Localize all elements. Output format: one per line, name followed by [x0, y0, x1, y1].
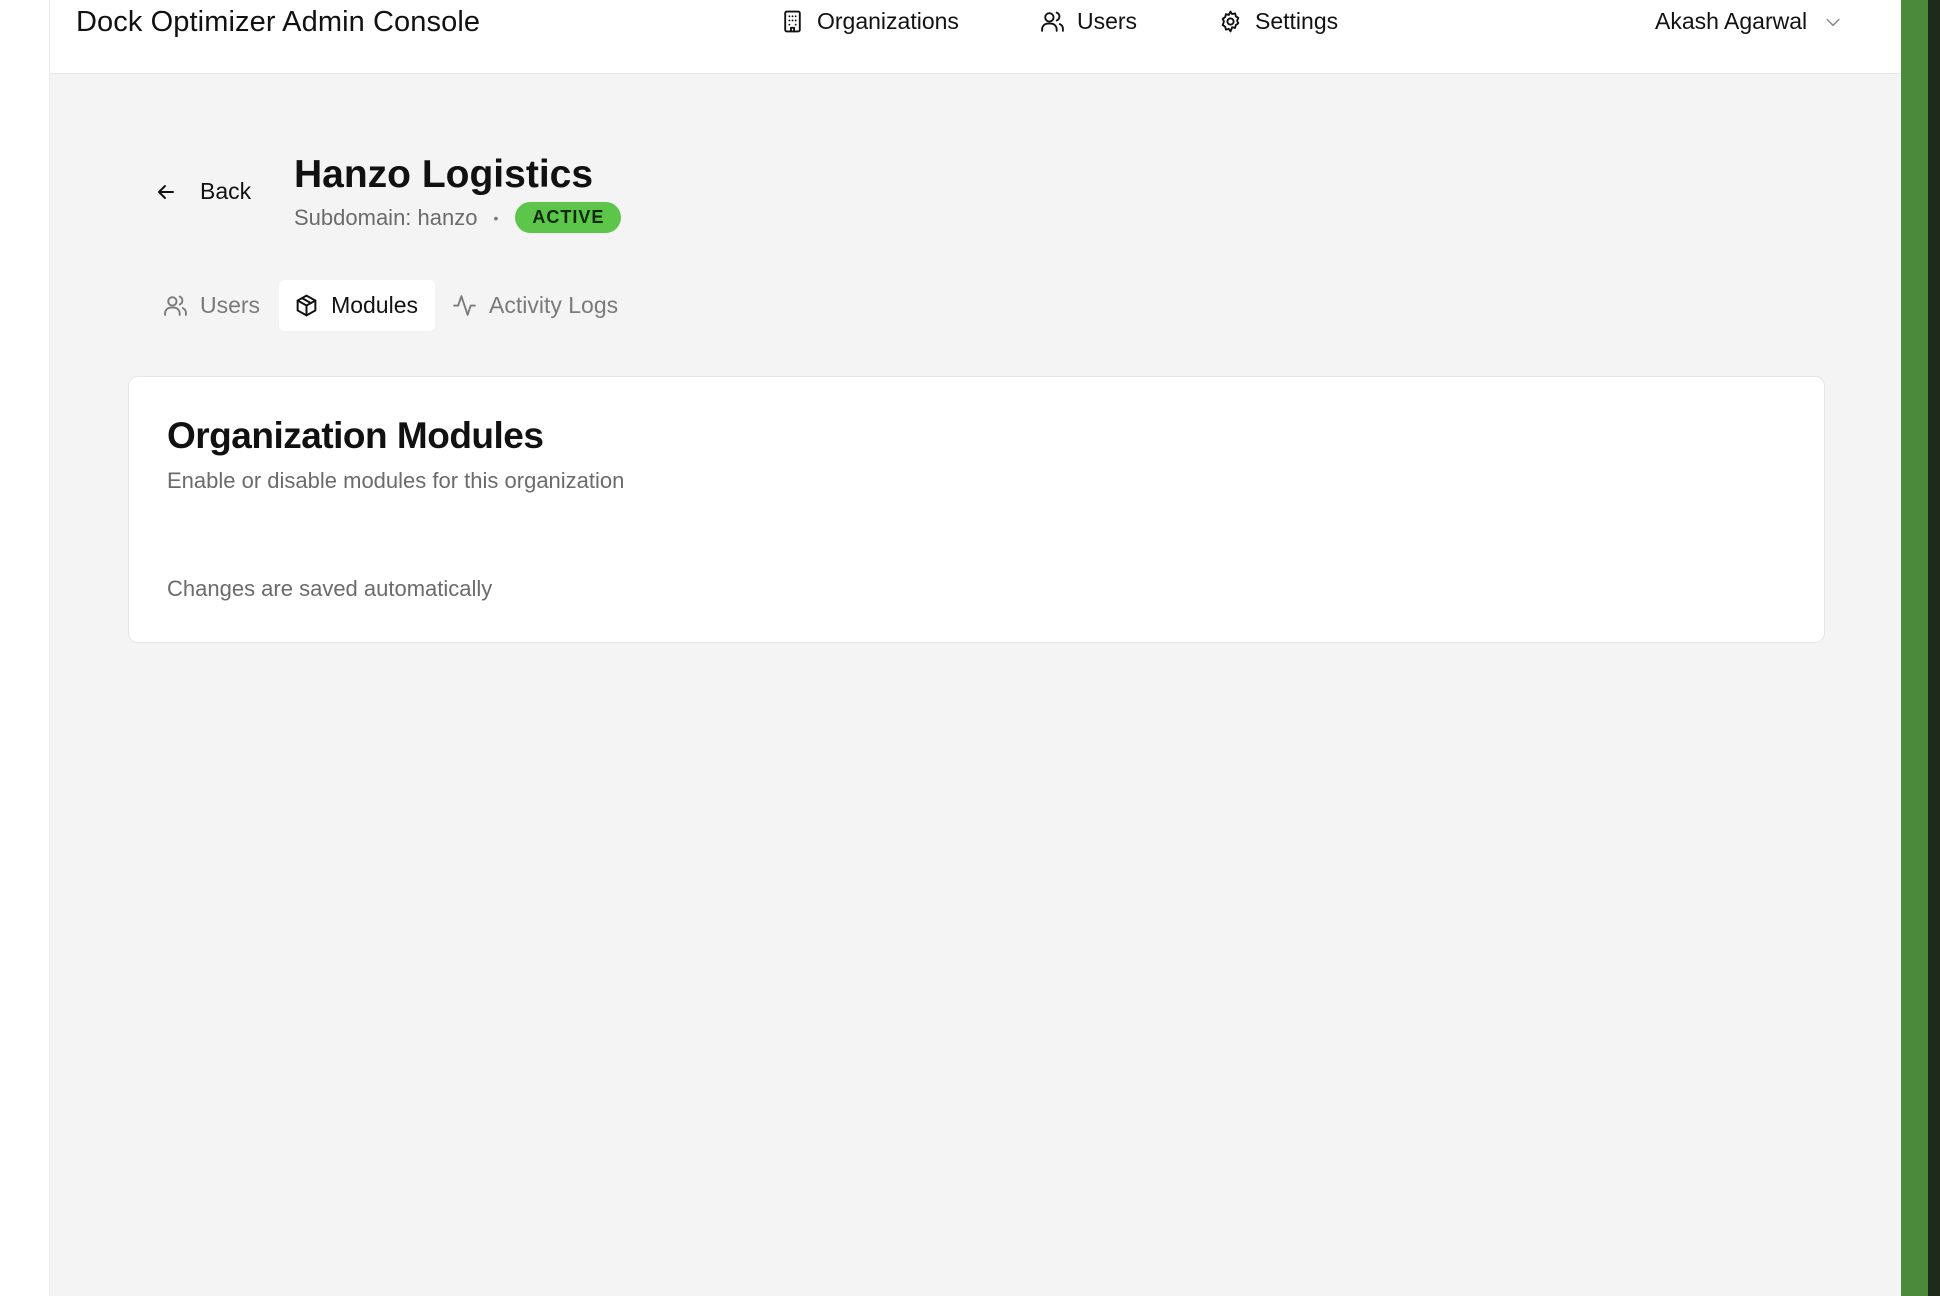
- user-name: Akash Agarwal: [1655, 8, 1808, 34]
- arrow-left-icon: [158, 184, 174, 199]
- user-menu[interactable]: Akash Agarwal: [1655, 8, 1843, 35]
- subdomain-text: Subdomain: hanzo: [294, 204, 478, 230]
- nav-organizations[interactable]: Organizations: [780, 8, 959, 35]
- users-icon: [164, 295, 187, 316]
- back-button[interactable]: Back: [154, 178, 251, 205]
- nav-users-label: Users: [1077, 8, 1138, 34]
- tab-users[interactable]: Users: [148, 280, 277, 331]
- app-title: Dock Optimizer Admin Console: [76, 6, 481, 38]
- separator-dot: •: [493, 209, 499, 226]
- page-title: Hanzo Logistics: [294, 153, 594, 196]
- nav-organizations-label: Organizations: [817, 8, 959, 34]
- org-tabs: Users Modules Activity Logs: [148, 280, 635, 331]
- tab-users-label: Users: [200, 292, 261, 318]
- tab-activity-logs-label: Activity Logs: [489, 292, 619, 318]
- tab-modules-label: Modules: [331, 292, 418, 318]
- tab-modules[interactable]: Modules: [279, 280, 435, 331]
- chevron-down-icon: [1826, 18, 1840, 26]
- nav-users[interactable]: Users: [1040, 8, 1137, 35]
- modules-card-description: Enable or disable modules for this organ…: [167, 468, 625, 493]
- status-badge: ACTIVE: [515, 202, 622, 233]
- gear-icon: [1221, 10, 1240, 33]
- users-icon: [1041, 11, 1064, 32]
- modules-card-title: Organization Modules: [167, 415, 544, 456]
- back-label: Back: [200, 178, 252, 204]
- desktop-background-strip: [1901, 0, 1940, 1296]
- window-left-gutter: [0, 0, 50, 1296]
- org-meta: Subdomain: hanzo • ACTIVE: [294, 202, 622, 233]
- tab-activity-logs[interactable]: Activity Logs: [437, 280, 635, 331]
- app-window: Dock Optimizer Admin Console Organizatio…: [50, 0, 1901, 1296]
- top-navbar: Dock Optimizer Admin Console Organizatio…: [50, 0, 1901, 74]
- nav-settings-label: Settings: [1255, 8, 1339, 34]
- nav-settings[interactable]: Settings: [1218, 8, 1338, 35]
- building-icon: [784, 10, 801, 33]
- activity-icon: [453, 295, 476, 316]
- package-icon: [296, 294, 317, 317]
- autosave-note: Changes are saved automatically: [167, 576, 493, 601]
- modules-card: Organization Modules Enable or disable m…: [128, 376, 1825, 643]
